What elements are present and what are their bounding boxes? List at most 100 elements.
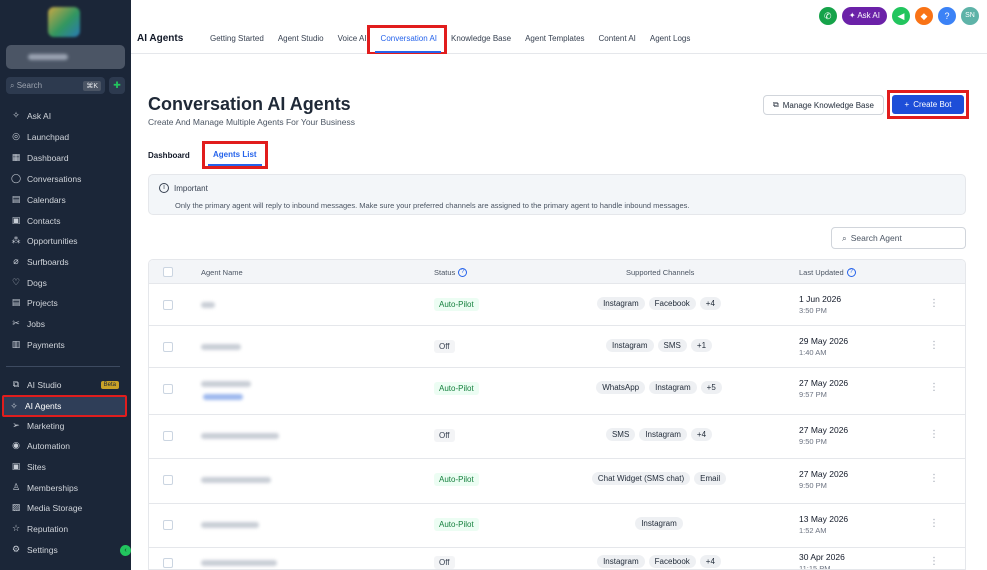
agent-name-redacted[interactable]	[201, 560, 277, 566]
tab-agent-templates[interactable]: Agent Templates	[518, 34, 591, 43]
channel-chip: +4	[699, 297, 721, 310]
row-checkbox[interactable]	[163, 475, 173, 485]
table-row[interactable]: Auto-Pilot Chat Widget (SMS chat) Email 27 …	[149, 459, 965, 504]
sidebar-item-projects[interactable]: ▤ Projects	[6, 293, 125, 312]
important-notice: i Important Only the primary agent will …	[148, 174, 966, 215]
help-icon[interactable]: ?	[938, 7, 956, 25]
sidebar-item-dashboard[interactable]: ▦ Dashboard	[6, 148, 125, 167]
table-row[interactable]: Off Instagram Facebook +4 30 Apr 2026 11:15 P…	[149, 548, 965, 570]
app-logo[interactable]	[48, 7, 80, 37]
search-agent-input[interactable]: ⌕ Search Agent	[831, 227, 966, 249]
sidebar-item-label: Conversations	[27, 173, 82, 184]
supported-channels: Instagram SMS +1	[605, 339, 713, 352]
row-checkbox[interactable]	[163, 300, 173, 310]
sidebar-item-label: Dogs	[27, 277, 47, 288]
sidebar-item-marketing[interactable]: ➢ Marketing	[6, 416, 125, 435]
sidebar-item-label: Payments	[27, 339, 65, 350]
row-checkbox[interactable]	[163, 431, 173, 441]
table-row[interactable]: Auto-Pilot WhatsApp Instagram +5 27 May 2026…	[149, 368, 965, 415]
sidebar-item-payments[interactable]: ▥ Payments	[6, 335, 125, 354]
sidebar-item-dogs[interactable]: ♡ Dogs	[6, 273, 125, 292]
sidebar-item-surfboards[interactable]: ⌀ Surfboards	[6, 252, 125, 271]
sidebar-item-ask-ai[interactable]: ✧ Ask AI	[6, 106, 125, 125]
table-row[interactable]: Off SMS Instagram +4 27 May 2026 9:50 PM ⋮	[149, 415, 965, 459]
quick-action-icon[interactable]: ✚	[109, 77, 125, 94]
updated-date: 27 May 2026	[799, 469, 849, 479]
sidebar-item-opportunities[interactable]: ⁂ Opportunities	[6, 231, 125, 250]
sidebar-item-conversations[interactable]: ◯ Conversations	[6, 169, 125, 188]
tab-getting-started[interactable]: Getting Started	[203, 34, 271, 43]
account-switcher[interactable]	[6, 45, 125, 69]
avatar[interactable]: SN	[961, 7, 979, 25]
updated-help-icon[interactable]: ?	[846, 268, 856, 277]
sidebar-item-jobs[interactable]: ✂ Jobs	[6, 314, 125, 333]
sidebar-search[interactable]: ⌕ Search ⌘K	[6, 77, 105, 94]
channel-chip: +1	[690, 339, 713, 352]
more-actions-icon[interactable]: ⋮	[929, 473, 939, 484]
tab-content-ai[interactable]: Content AI	[592, 34, 643, 43]
channel-chip: Instagram	[649, 381, 697, 394]
agent-name-redacted[interactable]	[201, 302, 215, 308]
sidebar-item-reputation[interactable]: ☆ Reputation	[6, 519, 125, 538]
notice-title-row: i Important	[159, 183, 208, 193]
updated-time: 11:15 PM	[799, 564, 831, 570]
select-all-checkbox[interactable]	[163, 267, 173, 277]
sidebar-item-settings[interactable]: ⚙ Settings	[6, 540, 125, 559]
sidebar-item-label: Surfboards	[27, 256, 69, 267]
send-icon: ➢	[12, 420, 20, 430]
agent-name-redacted[interactable]	[201, 477, 271, 483]
row-checkbox[interactable]	[163, 384, 173, 394]
status-help-icon[interactable]: ?	[458, 268, 468, 277]
sidebar-item-label: Reputation	[27, 523, 69, 534]
ask-ai-button[interactable]: ✦ Ask AI	[841, 7, 887, 25]
channel-chip: Facebook	[648, 555, 696, 568]
sidebar-divider	[6, 366, 120, 367]
sidebar-item-memberships[interactable]: ♙ Memberships	[6, 478, 125, 497]
agent-name-redacted[interactable]	[201, 344, 241, 350]
updated-time: 9:50 PM	[799, 437, 827, 446]
more-actions-icon[interactable]: ⋮	[929, 518, 939, 529]
sidebar-item-sites[interactable]: ▣ Sites	[6, 457, 125, 476]
agent-name-redacted[interactable]	[201, 433, 279, 439]
sidebar-item-ai-studio[interactable]: ⧉ AI Studio Beta	[6, 375, 125, 394]
row-checkbox[interactable]	[163, 342, 173, 352]
bell-icon[interactable]: ◆	[915, 7, 933, 25]
tab-agent-logs[interactable]: Agent Logs	[643, 34, 697, 43]
more-actions-icon[interactable]: ⋮	[929, 340, 939, 351]
sidebar-item-media-storage[interactable]: ▨ Media Storage	[6, 498, 125, 517]
subtab-agents-list[interactable]: Agents List	[213, 150, 257, 159]
create-bot-button[interactable]: + Create Bot	[892, 95, 964, 114]
row-checkbox[interactable]	[163, 520, 173, 530]
subtab-dashboard[interactable]: Dashboard	[148, 151, 190, 160]
agent-tag-redacted	[203, 394, 243, 400]
table-row[interactable]: Auto-Pilot Instagram 13 May 2026 1:52 AM ⋮	[149, 504, 965, 548]
status-badge: Auto-Pilot	[434, 518, 479, 531]
sidebar-item-ai-agents[interactable]: ✧ AI Agents	[2, 395, 127, 417]
megaphone-icon[interactable]: ◀	[892, 7, 910, 25]
collapse-sidebar-icon[interactable]: ‹	[120, 545, 131, 556]
sparkle-icon: ✧	[12, 110, 20, 120]
tab-knowledge-base[interactable]: Knowledge Base	[444, 34, 518, 43]
header-channels: Supported Channels	[626, 268, 694, 277]
agent-name-redacted[interactable]	[201, 381, 251, 387]
tab-agent-studio[interactable]: Agent Studio	[271, 34, 331, 43]
more-actions-icon[interactable]: ⋮	[929, 298, 939, 309]
sidebar-item-contacts[interactable]: ▣ Contacts	[6, 211, 125, 230]
manage-knowledge-base-button[interactable]: ⧉ Manage Knowledge Base	[763, 95, 884, 115]
sidebar-item-automation[interactable]: ◉ Automation	[6, 436, 125, 455]
header-agent-name: Agent Name	[201, 268, 243, 277]
table-row[interactable]: Off Instagram SMS +1 29 May 2026 1:40 AM ⋮	[149, 326, 965, 368]
agent-name-redacted[interactable]	[201, 522, 259, 528]
more-actions-icon[interactable]: ⋮	[929, 382, 939, 393]
sidebar-item-launchpad[interactable]: ◎ Launchpad	[6, 127, 125, 146]
sidebar-item-calendars[interactable]: ▤ Calendars	[6, 190, 125, 209]
sidebar-item-label: Calendars	[27, 194, 66, 205]
channel-chip: SMS	[605, 428, 636, 441]
more-actions-icon[interactable]: ⋮	[929, 429, 939, 440]
more-actions-icon[interactable]: ⋮	[929, 556, 939, 567]
table-row[interactable]: Auto-Pilot Instagram Facebook +4 1 Jun 2026 3…	[149, 284, 965, 326]
calendar-icon: ▤	[11, 194, 21, 204]
header-updated-label: Last Updated	[799, 268, 844, 277]
phone-icon[interactable]: ✆	[818, 7, 837, 25]
row-checkbox[interactable]	[163, 558, 173, 568]
